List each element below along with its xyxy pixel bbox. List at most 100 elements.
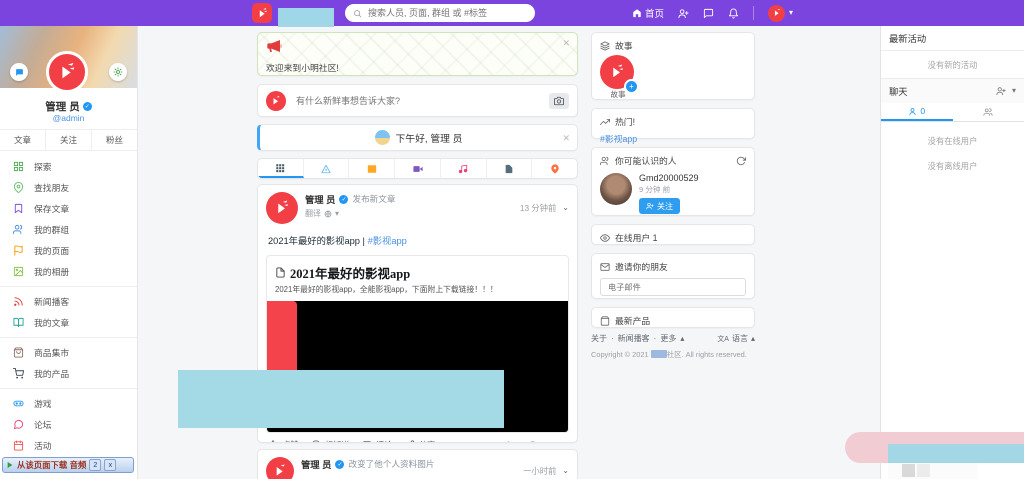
sidebar-item-saved-posts[interactable]: 保存文章	[0, 198, 137, 219]
tab-map-posts[interactable]	[532, 159, 577, 178]
people-you-may-know-widget: 你可能认识的人 Gmd20000529 9 分钟 前 关注	[591, 147, 755, 216]
refresh-icon[interactable]	[736, 156, 746, 166]
hashtag-link[interactable]: #影视app	[368, 236, 407, 246]
sidebar-item-games[interactable]: 游戏	[0, 393, 137, 414]
post-composer[interactable]	[257, 84, 578, 117]
site-logo[interactable]	[252, 3, 272, 23]
search-input[interactable]	[366, 7, 527, 19]
profile-avatar[interactable]	[46, 51, 88, 93]
post-author[interactable]: 管理 员	[305, 192, 335, 206]
global-search[interactable]	[345, 4, 535, 22]
close-icon[interactable]: ✕	[562, 134, 570, 143]
tab-photo-posts[interactable]	[349, 159, 396, 178]
avatar[interactable]	[266, 192, 298, 224]
chat-window-fragment	[888, 463, 978, 479]
sidebar-item-my-albums[interactable]: 我的相册	[0, 261, 137, 282]
footer-blog-link[interactable]: 新闻播客	[618, 333, 650, 344]
avatar[interactable]	[266, 457, 294, 479]
sidebar-item-events[interactable]: 活动	[0, 435, 137, 456]
sidebar-item-marketplace[interactable]: 商品集市	[0, 342, 137, 363]
tab-music-posts[interactable]	[441, 159, 487, 178]
redaction-overlay	[650, 350, 667, 358]
footer-about-link[interactable]: 关于	[591, 333, 607, 344]
tab-all-posts[interactable]	[258, 159, 304, 178]
store-icon	[13, 347, 24, 358]
users-icon	[983, 108, 993, 116]
notifications-icon[interactable]	[728, 8, 739, 19]
chevron-down-icon[interactable]: ▾	[1012, 87, 1016, 95]
footer-more-link[interactable]: 更多	[660, 333, 676, 344]
article-title-row: 2021年最好的影视app	[267, 256, 568, 282]
trending-widget: 热门! #影视app	[591, 108, 755, 144]
wonder-icon	[312, 440, 320, 442]
sidebar-item-my-products[interactable]: 我的产品	[0, 363, 137, 384]
like-label: 点赞	[282, 439, 299, 442]
latest-products-widget: 最新产品	[591, 307, 755, 328]
like-button[interactable]: 点赞	[268, 439, 299, 442]
suggested-user-name[interactable]: Gmd20000529	[639, 173, 699, 183]
comment-button[interactable]: 评论	[362, 439, 393, 442]
online-users-title: 在线用户 1	[615, 233, 658, 243]
tab-following[interactable]: 关注	[46, 130, 92, 150]
tab-articles[interactable]: 文章	[0, 130, 46, 150]
menu-label: 我的文章	[34, 318, 70, 328]
music-note-icon	[459, 164, 468, 173]
sidebar-item-my-pages[interactable]: 我的页面	[0, 240, 137, 261]
email-input[interactable]	[606, 281, 740, 293]
download-count-button[interactable]: 2	[89, 459, 102, 471]
tab-text-posts[interactable]	[304, 159, 350, 178]
post-options-icon[interactable]: ⌄	[562, 467, 569, 475]
sidebar-item-my-articles[interactable]: 我的文章	[0, 312, 137, 333]
add-group-icon[interactable]	[996, 86, 1006, 96]
post-author[interactable]: 管理 员	[301, 457, 331, 471]
sidebar-item-my-groups[interactable]: 我的群组	[0, 219, 137, 240]
nav-home[interactable]: 首页	[632, 6, 664, 20]
invite-email-field[interactable]	[600, 278, 746, 296]
download-close-button[interactable]: x	[104, 459, 117, 471]
trending-up-icon	[600, 118, 610, 125]
translate-link[interactable]: 翻译	[305, 208, 321, 219]
camera-button[interactable]	[549, 92, 569, 109]
menu-label: 探索	[34, 162, 52, 172]
tab-followers[interactable]: 粉丝	[92, 130, 137, 150]
invite-title: 邀请你的朋友	[615, 262, 668, 272]
rss-icon	[14, 297, 23, 306]
chat-tab-contacts[interactable]: 0	[881, 103, 953, 121]
dot-separator: ·	[611, 334, 614, 343]
post-options-icon[interactable]: ⌄	[562, 204, 569, 212]
language-selector[interactable]: 文A 语言 ▴	[717, 333, 755, 344]
post-timestamp: 一小时前	[523, 466, 557, 476]
sidebar-item-find-friends[interactable]: 查找朋友	[0, 177, 137, 198]
follow-button[interactable]: 关注	[639, 198, 680, 214]
avatar[interactable]	[600, 173, 632, 205]
tab-video-posts[interactable]	[395, 159, 441, 178]
redaction-overlay	[178, 370, 504, 428]
trending-hashtag-link[interactable]: #影视app	[600, 132, 746, 145]
friend-requests-icon[interactable]	[678, 8, 689, 19]
app-screen: 首页 ▾	[0, 0, 1024, 479]
sidebar-item-forum[interactable]: 论坛	[0, 414, 137, 435]
wonder-button[interactable]: 想知道	[311, 439, 350, 442]
bookmark-icon	[14, 203, 23, 214]
activity-chat-panel: 最新活动 没有新的活动 聊天 ▾ 0 没有在线用户 没有离线用户	[880, 26, 1024, 479]
download-toolbar[interactable]: 从该页面下载 音频 2 x	[2, 457, 134, 473]
close-icon[interactable]: ✕	[562, 39, 570, 48]
menu-label: 我的产品	[34, 369, 70, 379]
chat-tab-groups[interactable]	[953, 103, 1024, 121]
chevron-down-icon[interactable]: ▾	[335, 209, 339, 218]
profile-stats-tabs: 文章 关注 粉丝	[0, 129, 137, 151]
share-button[interactable]: 分享	[405, 439, 435, 442]
avatar	[266, 90, 286, 111]
sidebar-item-explore[interactable]: 探索	[0, 156, 137, 177]
account-menu[interactable]: ▾	[768, 4, 793, 22]
top-navbar: 首页 ▾	[0, 0, 1024, 26]
message-button[interactable]	[10, 63, 28, 81]
settings-button[interactable]	[109, 63, 127, 81]
tab-file-posts[interactable]	[487, 159, 533, 178]
profile-handle[interactable]: @admin	[0, 113, 137, 123]
sidebar-item-blog[interactable]: 新闻播客	[0, 291, 137, 312]
messages-icon[interactable]	[703, 8, 714, 19]
composer-input[interactable]	[294, 94, 541, 107]
suggested-user-time: 9 分钟 前	[639, 185, 671, 194]
shopping-bag-icon	[600, 315, 610, 326]
